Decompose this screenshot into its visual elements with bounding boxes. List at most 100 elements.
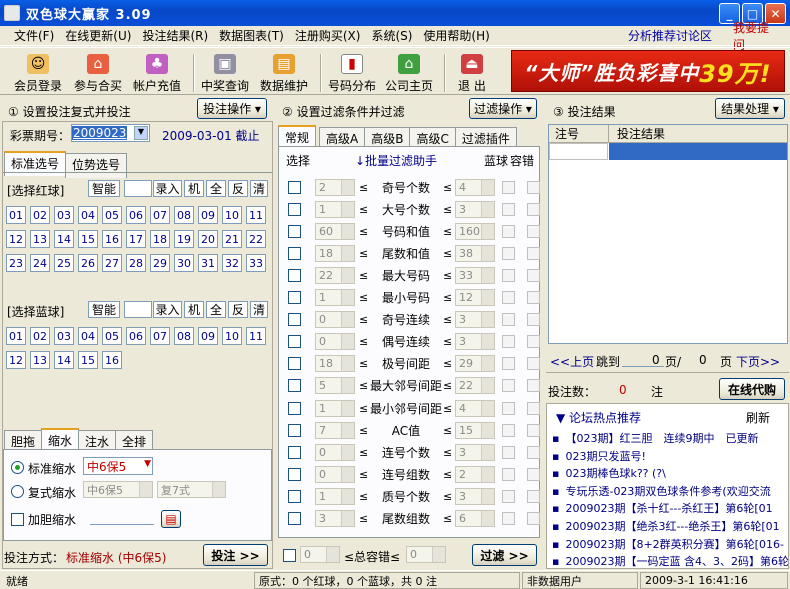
filter-blue-checkbox[interactable]: [502, 489, 515, 503]
tab-position-select[interactable]: 位势选号: [65, 153, 128, 178]
blue-ball-09[interactable]: 09: [198, 327, 218, 345]
red-clear-button[interactable]: 清: [250, 180, 268, 197]
red-ball-07[interactable]: 07: [150, 206, 170, 224]
filter-enable-checkbox[interactable]: [288, 246, 301, 260]
forum-item[interactable]: ▪ 【023期】红三胆 连续9期中 已更新: [552, 430, 788, 446]
filter-min-select[interactable]: 5: [315, 377, 355, 395]
std-shrink-radio[interactable]: [11, 461, 24, 474]
filter-min-select[interactable]: 0: [315, 311, 355, 329]
dan-shrink-input[interactable]: [90, 524, 154, 525]
red-ball-12[interactable]: 12: [6, 230, 26, 248]
filter-max-select[interactable]: 3: [455, 311, 495, 329]
red-ball-06[interactable]: 06: [126, 206, 146, 224]
filter-tolerance-checkbox[interactable]: [527, 401, 540, 415]
forum-item[interactable]: ▪ 023期只发蓝号!: [552, 448, 788, 464]
blue-ball-15[interactable]: 15: [78, 351, 98, 369]
blue-ball-13[interactable]: 13: [30, 351, 50, 369]
filter-min-select[interactable]: 1: [315, 289, 355, 306]
red-ball-11[interactable]: 11: [246, 206, 266, 224]
filter-min-select[interactable]: 22: [315, 266, 355, 284]
filter-action-button[interactable]: 过滤操作 ▾: [469, 98, 537, 119]
filter-tolerance-checkbox[interactable]: [527, 180, 540, 194]
red-ball-22[interactable]: 22: [246, 230, 266, 248]
filter-blue-checkbox[interactable]: [502, 335, 515, 349]
total-tol-min-select[interactable]: 0: [300, 546, 340, 563]
filter-tolerance-checkbox[interactable]: [527, 335, 540, 349]
filter-enable-checkbox[interactable]: [288, 180, 301, 194]
filter-blue-checkbox[interactable]: [502, 357, 515, 371]
forum-item[interactable]: ▪ 2009023期【一码定蓝 含4、3、2码】第6轮: [552, 553, 788, 569]
red-ball-01[interactable]: 01: [6, 206, 26, 224]
filter-tolerance-checkbox[interactable]: [527, 224, 540, 238]
page-current[interactable]: 0: [652, 353, 660, 367]
filter-max-select[interactable]: 3: [455, 333, 495, 351]
red-ball-30[interactable]: 30: [174, 254, 194, 272]
filter-enable-checkbox[interactable]: [288, 423, 301, 437]
result-action-button[interactable]: 结果处理 ▾: [715, 98, 785, 119]
red-ball-25[interactable]: 25: [54, 254, 74, 272]
exit-button[interactable]: ⏏ 退 出: [458, 50, 486, 94]
filter-blue-checkbox[interactable]: [502, 445, 515, 459]
filter-min-select[interactable]: 18: [315, 355, 355, 373]
filter-blue-checkbox[interactable]: [502, 180, 515, 194]
filter-blue-checkbox[interactable]: [502, 379, 515, 393]
menu-bet-result[interactable]: 投注结果(R): [142, 27, 208, 44]
forum-item[interactable]: ▪ 专玩乐透-023期双色球条件参考(欢迎交流: [552, 483, 788, 499]
filter-enable-checkbox[interactable]: [288, 224, 301, 238]
filter-min-select[interactable]: 1: [315, 200, 355, 218]
filter-min-select[interactable]: 0: [315, 465, 355, 483]
red-all-button[interactable]: 全: [206, 180, 226, 197]
forum-item[interactable]: ▪ 2009023期【8+2群英积分赛】第6轮[016-: [552, 536, 788, 552]
menu-help[interactable]: 使用帮助(H): [423, 27, 489, 44]
red-ball-24[interactable]: 24: [30, 254, 50, 272]
red-ball-02[interactable]: 02: [30, 206, 50, 224]
batch-helper-link[interactable]: ↓批量过滤助手: [355, 152, 437, 169]
filter-max-select[interactable]: 3: [455, 487, 495, 505]
std-shrink-select[interactable]: 中6保5 ▼: [83, 457, 153, 475]
recharge-button[interactable]: ♣ 帐户充值: [133, 50, 181, 94]
blue-ball-16[interactable]: 16: [102, 351, 122, 369]
blue-ball-03[interactable]: 03: [54, 327, 74, 345]
filter-max-select[interactable]: 15: [455, 421, 495, 439]
filter-blue-checkbox[interactable]: [502, 401, 515, 415]
blue-smart-button[interactable]: 智能: [88, 301, 120, 318]
blue-input-button[interactable]: 录入: [153, 301, 182, 318]
next-page-link[interactable]: 下页>>: [736, 353, 780, 370]
red-ball-26[interactable]: 26: [78, 254, 98, 272]
filter-max-select[interactable]: 160: [455, 222, 495, 240]
filter-min-select[interactable]: 7: [315, 421, 355, 439]
filter-blue-checkbox[interactable]: [502, 313, 515, 327]
filter-enable-checkbox[interactable]: [288, 467, 301, 481]
result-row-selected[interactable]: [609, 143, 787, 160]
red-random-button[interactable]: 机: [184, 180, 204, 197]
filter-max-select[interactable]: 29: [455, 355, 495, 373]
filter-min-select[interactable]: 2: [315, 178, 355, 196]
filter-enable-checkbox[interactable]: [288, 313, 301, 327]
dup-type-select[interactable]: 复7式: [157, 481, 226, 498]
forum-refresh-link[interactable]: 刷新: [746, 409, 770, 426]
blue-ball-07[interactable]: 07: [150, 327, 170, 345]
filter-enable-checkbox[interactable]: [288, 512, 301, 525]
data-maintain-button[interactable]: ▤ 数据维护: [260, 50, 308, 94]
red-ball-21[interactable]: 21: [222, 230, 242, 248]
filter-blue-checkbox[interactable]: [502, 246, 515, 260]
ad-banner[interactable]: “大师”胜负彩喜中 39万!: [511, 50, 785, 92]
group-buy-button[interactable]: ⌂ 参与合买: [74, 50, 122, 94]
menu-register[interactable]: 注册购买(X): [295, 27, 361, 44]
filter-enable-checkbox[interactable]: [288, 268, 301, 282]
forum-item[interactable]: ▪ 2009023期【绝杀3红---绝杀王】第6轮[01: [552, 518, 788, 534]
filter-max-select[interactable]: 4: [455, 399, 495, 417]
red-ball-13[interactable]: 13: [30, 230, 50, 248]
forum-item[interactable]: ▪ 2009023期【杀十红---杀红王】第6轮[01: [552, 500, 788, 516]
filter-enable-checkbox[interactable]: [288, 291, 301, 304]
red-ball-28[interactable]: 28: [126, 254, 146, 272]
filter-tolerance-checkbox[interactable]: [527, 489, 540, 503]
filter-enable-checkbox[interactable]: [288, 445, 301, 459]
prize-query-button[interactable]: ▣ 中奖查询: [201, 50, 249, 94]
filter-enable-checkbox[interactable]: [288, 357, 301, 371]
total-tol-max-select[interactable]: 0: [406, 546, 446, 563]
filter-max-select[interactable]: 3: [455, 443, 495, 461]
filter-blue-checkbox[interactable]: [502, 423, 515, 437]
red-ball-03[interactable]: 03: [54, 206, 74, 224]
blue-ball-04[interactable]: 04: [78, 327, 98, 345]
